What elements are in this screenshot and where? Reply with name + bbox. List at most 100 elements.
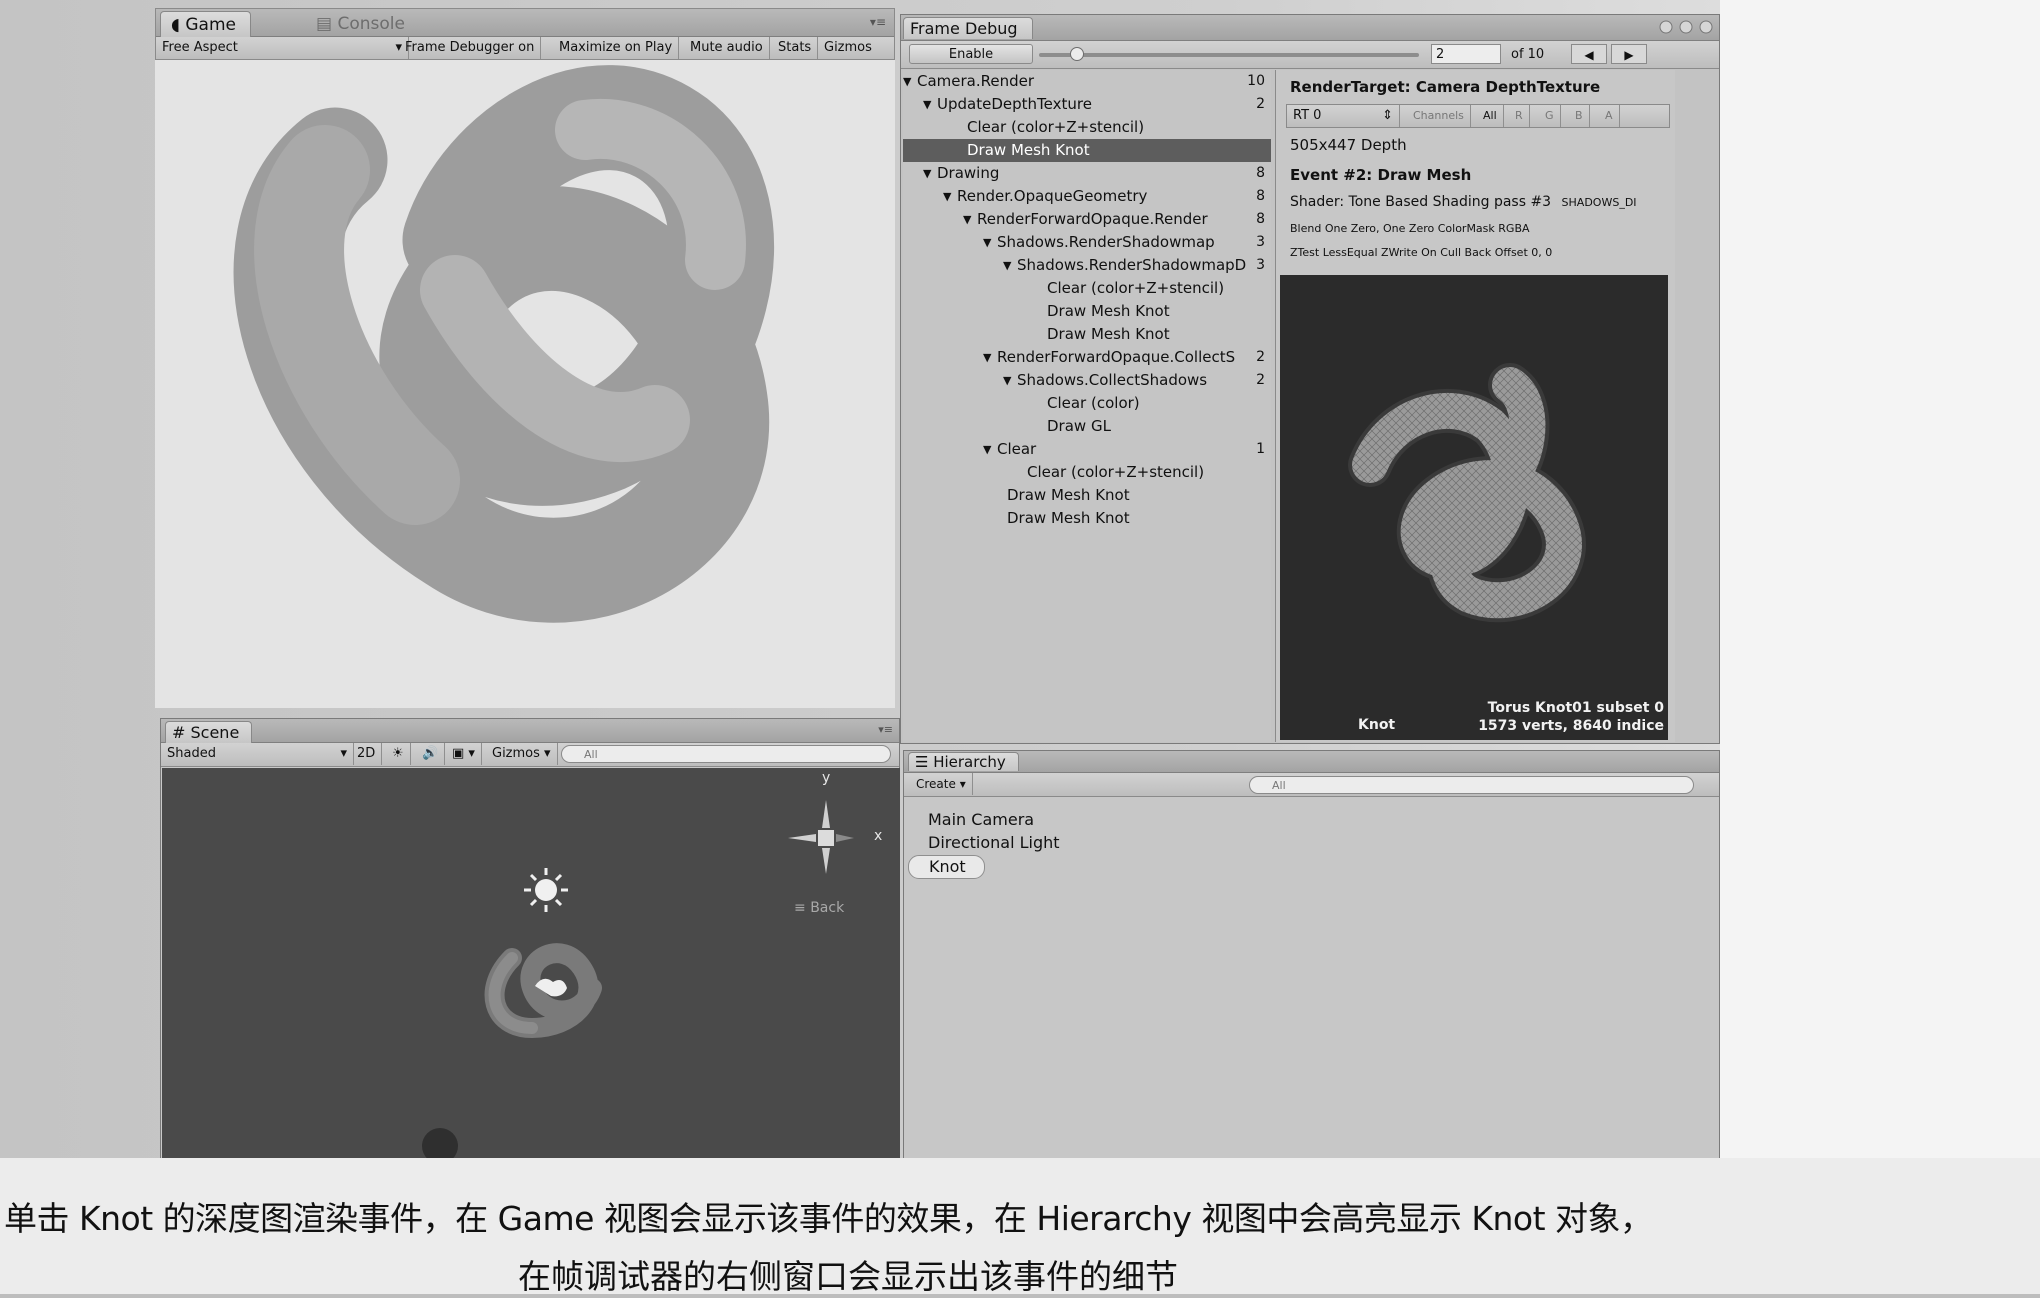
event-label: Draw Mesh Knot xyxy=(1047,325,1170,343)
event-count: 8 xyxy=(1256,188,1265,204)
rt-select-dropdown[interactable]: RT 0 ⇕ xyxy=(1287,105,1400,127)
event-row[interactable]: Draw Mesh Knot xyxy=(903,484,1271,507)
event-row[interactable]: Draw Mesh Knot xyxy=(903,323,1271,346)
event-row[interactable]: ▼ Drawing 8 xyxy=(903,162,1271,185)
event-row[interactable]: Draw GL xyxy=(903,415,1271,438)
event-row[interactable]: Clear (color+Z+stencil) xyxy=(903,116,1271,139)
next-event-icon[interactable]: ▶ xyxy=(1611,44,1647,64)
window-close-icon[interactable] xyxy=(1699,19,1713,38)
expand-arrow-icon[interactable]: ▼ xyxy=(963,208,971,231)
event-count: 2 xyxy=(1256,96,1265,112)
event-row[interactable]: Draw Mesh Knot xyxy=(903,507,1271,530)
event-label: Clear (color) xyxy=(1047,394,1140,412)
event-label: Drawing xyxy=(937,164,1000,182)
event-row[interactable]: Clear (color+Z+stencil) xyxy=(903,277,1271,300)
event-count: 10 xyxy=(1247,73,1265,89)
event-row[interactable]: ▼ Clear 1 xyxy=(903,438,1271,461)
event-row[interactable]: ▼ Camera.Render 10 xyxy=(903,70,1271,93)
mesh-preview[interactable]: Knot Torus Knot01 subset 0 1573 verts, 8… xyxy=(1280,275,1668,740)
event-label: Draw Mesh Knot xyxy=(1007,509,1130,527)
event-row[interactable]: ▼ RenderForwardOpaque.CollectS 2 xyxy=(903,346,1271,369)
event-label: Draw Mesh Knot xyxy=(967,141,1090,159)
expand-arrow-icon[interactable]: ▼ xyxy=(923,162,931,185)
channel-r-button[interactable]: R xyxy=(1509,105,1530,127)
game-tab-menu-icon[interactable]: ▾≡ xyxy=(870,15,886,29)
event-row[interactable]: ▼ Shadows.CollectShadows 2 xyxy=(903,369,1271,392)
event-label: RenderForwardOpaque.CollectS xyxy=(997,348,1236,366)
event-count: 3 xyxy=(1256,234,1265,250)
hierarchy-window: ☰ Hierarchy Create ▾ All Main Camera Dir… xyxy=(903,750,1720,1170)
event-row[interactable]: Clear (color+Z+stencil) xyxy=(903,461,1271,484)
event-slider-track[interactable] xyxy=(1039,53,1419,57)
effects-toggle-icon[interactable]: ▣ ▾ xyxy=(446,743,482,765)
event-label: RenderForwardOpaque.Render xyxy=(977,210,1208,228)
event-count: 2 xyxy=(1256,349,1265,365)
lighting-toggle-icon[interactable]: ☀ xyxy=(386,743,411,765)
create-dropdown[interactable]: Create ▾ xyxy=(910,773,973,795)
event-count: 8 xyxy=(1256,211,1265,227)
mute-audio-toggle[interactable]: Mute audio xyxy=(684,37,770,59)
tab-scene[interactable]: # Scene xyxy=(165,721,253,743)
expand-arrow-icon[interactable]: ▼ xyxy=(983,346,991,369)
prev-event-icon[interactable]: ◀ xyxy=(1571,44,1607,64)
shading-dropdown-arrow-icon: ▾ xyxy=(340,746,347,761)
preview-object-name: Knot xyxy=(1358,717,1396,733)
tab-game[interactable]: ◖ Game xyxy=(160,11,251,37)
2d-toggle[interactable]: 2D xyxy=(351,743,383,765)
aspect-dropdown[interactable]: Free Aspect ▾ xyxy=(156,37,409,59)
channel-a-button[interactable]: A xyxy=(1599,105,1620,127)
scene-tab-menu-icon[interactable]: ▾≡ xyxy=(878,723,893,736)
event-row[interactable]: ▼ Render.OpaqueGeometry 8 xyxy=(903,185,1271,208)
event-row[interactable]: Clear (color) xyxy=(903,392,1271,415)
hierarchy-search-input[interactable]: All xyxy=(1249,776,1694,794)
scene-gizmos-dropdown[interactable]: Gizmos ▾ xyxy=(486,743,558,765)
view-menu-icon: ≡ xyxy=(794,900,811,916)
expand-arrow-icon[interactable]: ▼ xyxy=(943,185,951,208)
tab-frame-debug[interactable]: Frame Debug xyxy=(903,17,1033,39)
expand-arrow-icon[interactable]: ▼ xyxy=(903,70,911,93)
gizmo-view-label[interactable]: ≡ Back xyxy=(794,900,844,916)
event-row[interactable]: ▼ Shadows.RenderShadowmapD 3 xyxy=(903,254,1271,277)
event-label: Shadows.RenderShadowmapD xyxy=(1017,256,1247,274)
scene-search-input[interactable]: All xyxy=(561,745,891,763)
event-label: Camera.Render xyxy=(917,72,1035,90)
window-zoom-icon[interactable] xyxy=(1679,19,1693,38)
channel-all-button[interactable]: All xyxy=(1477,105,1504,127)
scene-content xyxy=(422,800,854,1164)
event-number-field[interactable]: 2 xyxy=(1431,44,1501,64)
console-tab-icon: ▤ xyxy=(316,14,338,34)
event-row[interactable]: ▼ UpdateDepthTexture 2 xyxy=(903,93,1271,116)
game-viewport[interactable] xyxy=(155,60,895,708)
expand-arrow-icon[interactable]: ▼ xyxy=(1003,254,1011,277)
event-row[interactable]: ▼ Shadows.RenderShadowmap 3 xyxy=(903,231,1271,254)
event-count: 3 xyxy=(1256,257,1265,273)
frame-debug-tabbar: Frame Debug xyxy=(901,15,1719,41)
tab-hierarchy[interactable]: ☰ Hierarchy xyxy=(908,752,1019,771)
audio-toggle-icon[interactable]: 🔊 xyxy=(416,743,446,765)
hierarchy-item-directional-light[interactable]: Directional Light xyxy=(928,832,1060,854)
shading-mode-dropdown[interactable]: Shaded ▾ xyxy=(161,743,354,765)
tab-console[interactable]: ▤ Console xyxy=(306,11,419,36)
expand-arrow-icon[interactable]: ▼ xyxy=(983,438,991,461)
stats-toggle[interactable]: Stats xyxy=(772,37,819,59)
channel-g-button[interactable]: G xyxy=(1539,105,1561,127)
channel-b-button[interactable]: B xyxy=(1569,105,1590,127)
event-slider-thumb[interactable] xyxy=(1070,47,1084,61)
maximize-on-play-toggle[interactable]: Maximize on Play xyxy=(553,37,680,59)
hierarchy-item-knot[interactable]: Knot xyxy=(908,855,985,879)
event-label: Clear (color+Z+stencil) xyxy=(1047,279,1225,297)
window-minimize-icon[interactable] xyxy=(1659,19,1673,38)
expand-arrow-icon[interactable]: ▼ xyxy=(983,231,991,254)
hierarchy-item-main-camera[interactable]: Main Camera xyxy=(928,809,1034,831)
event-row[interactable]: Draw Mesh Knot xyxy=(903,139,1271,162)
event-label: Draw GL xyxy=(1047,417,1111,435)
game-tabbar: ◖ Game ▤ Console ▾≡ xyxy=(156,9,894,37)
expand-arrow-icon[interactable]: ▼ xyxy=(923,93,931,116)
event-row[interactable]: Draw Mesh Knot xyxy=(903,300,1271,323)
frame-debugger-toggle[interactable]: Frame Debugger on xyxy=(399,37,542,59)
event-row[interactable]: ▼ RenderForwardOpaque.Render 8 xyxy=(903,208,1271,231)
expand-arrow-icon[interactable]: ▼ xyxy=(1003,369,1011,392)
scene-viewport[interactable]: y x ≡ Back xyxy=(162,768,900,1173)
gizmos-toggle[interactable]: Gizmos xyxy=(818,37,878,59)
enable-button[interactable]: Enable xyxy=(909,44,1033,64)
